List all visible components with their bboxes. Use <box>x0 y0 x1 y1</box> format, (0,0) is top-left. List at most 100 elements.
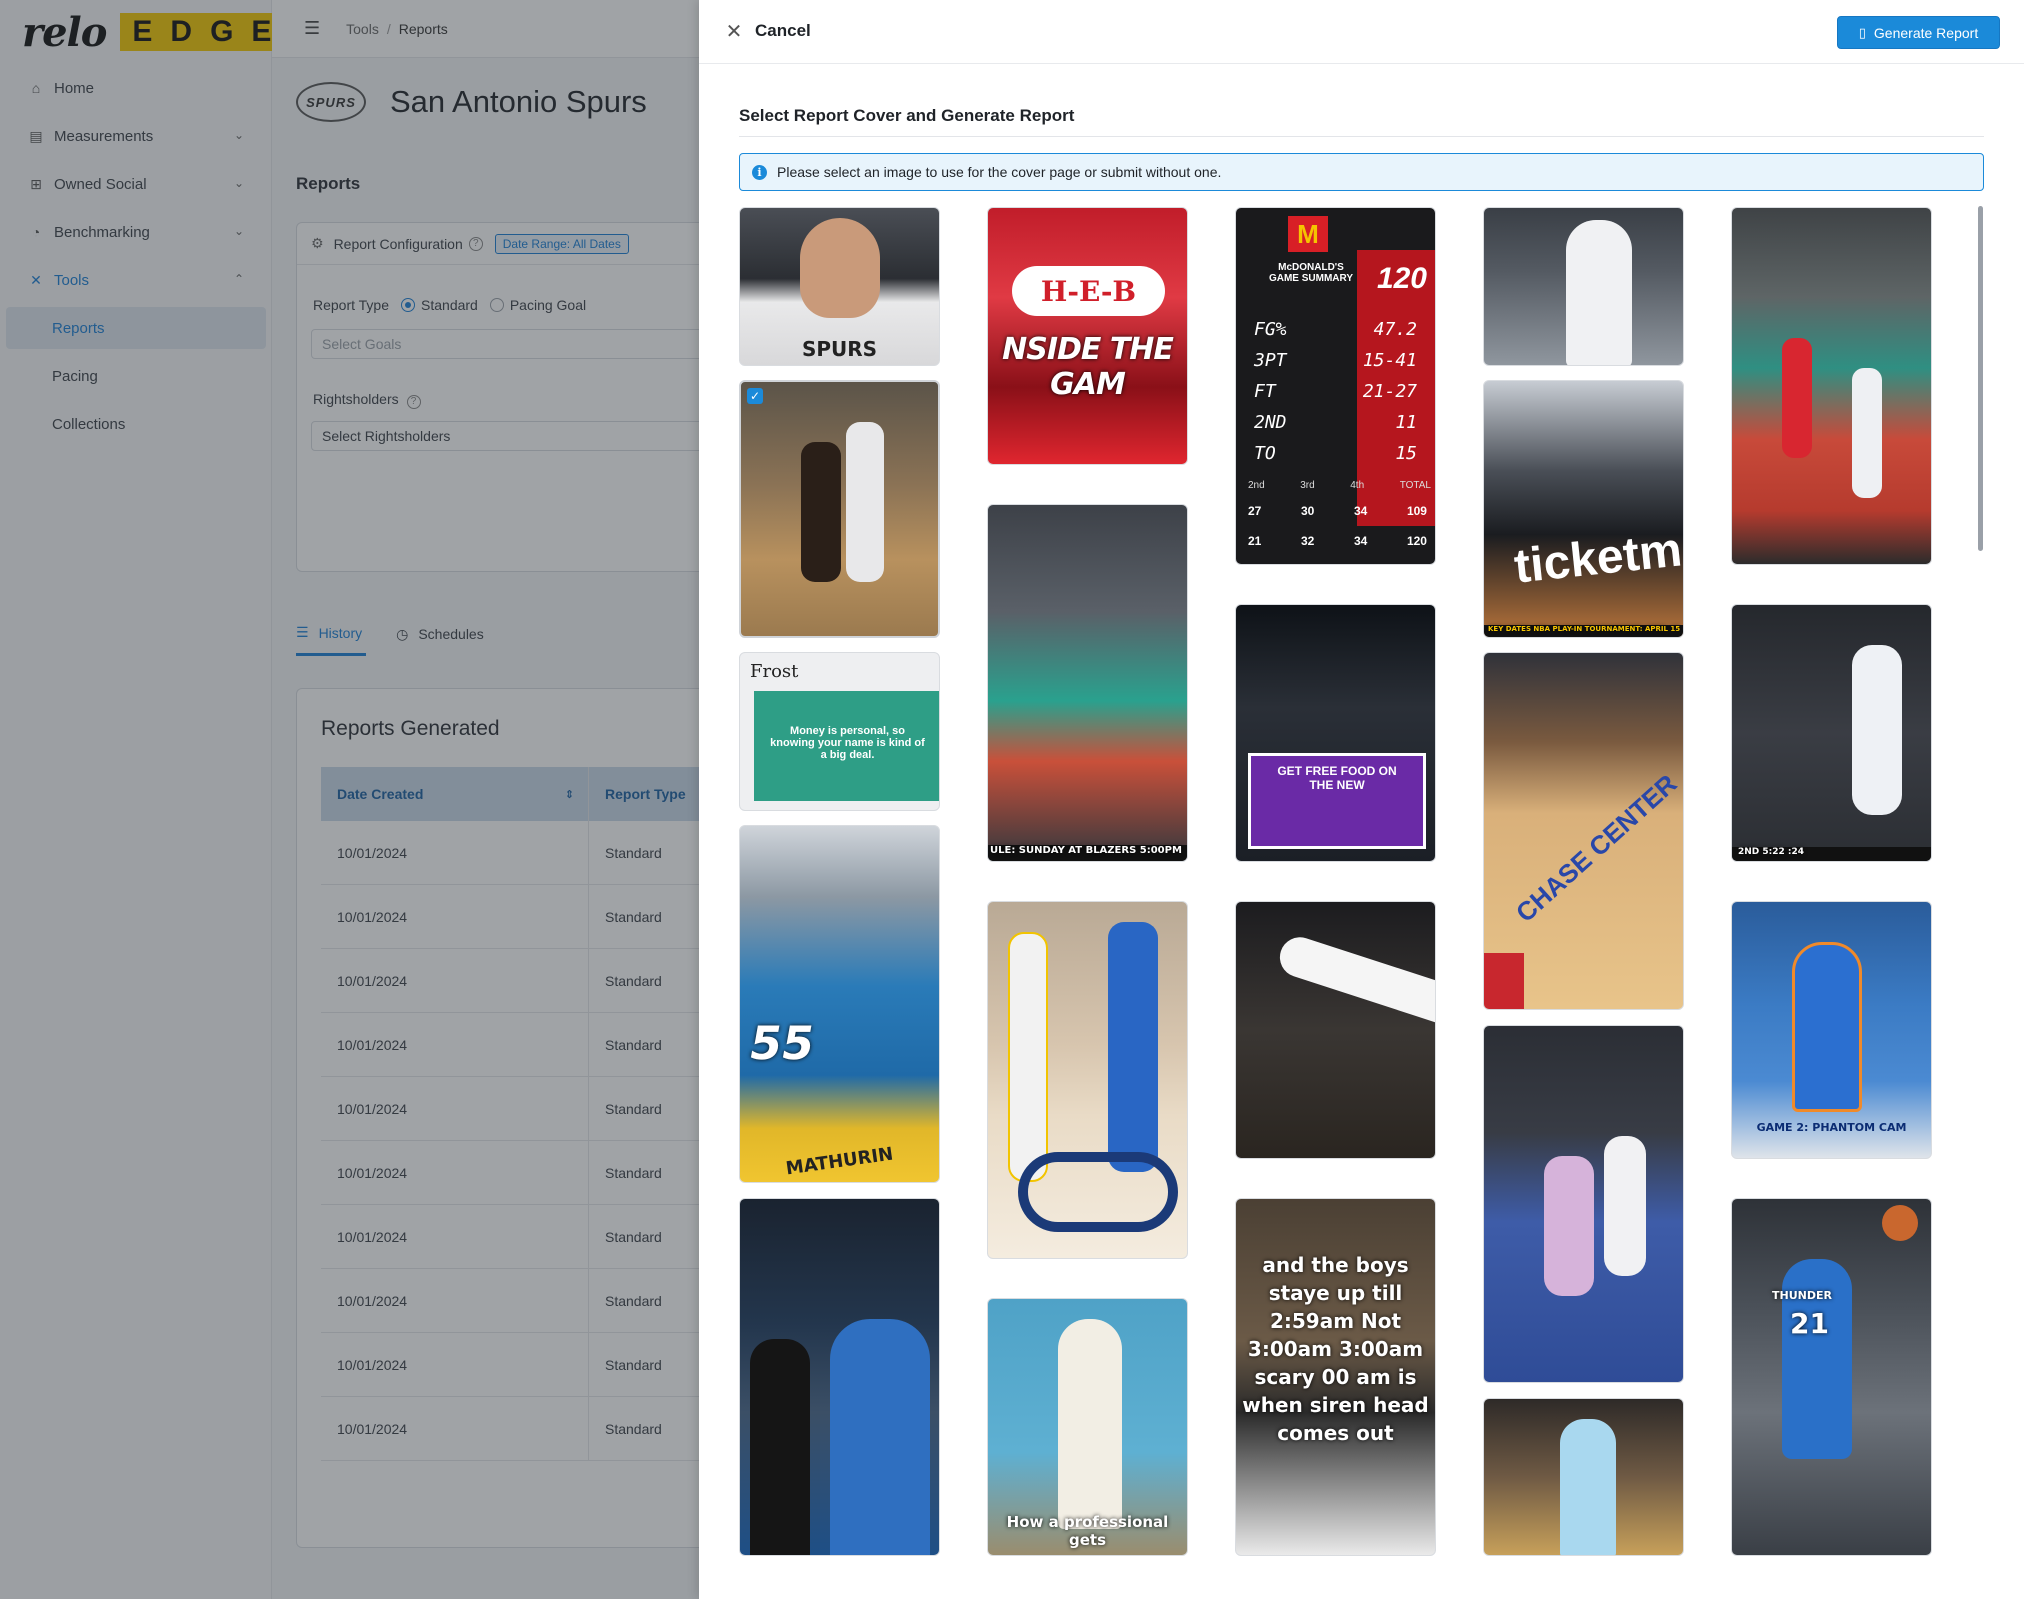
quarter-label: 4th <box>1350 480 1365 491</box>
quarter-score: 32 <box>1300 534 1315 548</box>
generate-report-button[interactable]: ▯ Generate Report <box>1837 16 2000 49</box>
phantom-cam-label: GAME 2: PHANTOM CAM <box>1756 1121 1907 1134</box>
stat-row: FT 21-27 <box>1246 376 1425 407</box>
player-shape <box>1058 1319 1122 1529</box>
drawer-scrollbar[interactable] <box>1978 206 1983 551</box>
reporter-shape <box>750 1339 810 1555</box>
quarter-score: 21 <box>1248 534 1262 548</box>
generate-report-label: Generate Report <box>1873 24 1979 41</box>
quarter-score: 34 <box>1353 504 1368 518</box>
player-shape <box>1544 1156 1594 1296</box>
cover-thumbnail[interactable]: H-E-B NSIDE THE GAM <box>987 207 1188 465</box>
cancel-button[interactable]: Cancel <box>755 21 811 41</box>
cover-thumbnail[interactable]: 2ND 5:22 :24 <box>1731 604 1932 862</box>
quarter-score: 34 <box>1353 534 1368 548</box>
player-shape <box>1852 368 1882 498</box>
cover-thumbnail[interactable] <box>1483 1398 1684 1556</box>
key-dates-ticker: KEY DATES NBA PLAY-IN TOURNAMENT: APRIL … <box>1484 625 1683 637</box>
chase-center-text: CHASE CENTER <box>1509 768 1683 928</box>
cover-thumbnail[interactable]: SPURS <box>739 207 940 366</box>
drawer-title: Select Report Cover and Generate Report <box>739 106 1075 125</box>
schedule-ticker: ULE: SUNDAY AT BLAZERS 5:00PM <box>988 845 1187 861</box>
close-icon[interactable]: ✕ <box>723 20 745 43</box>
cover-thumbnail[interactable] <box>739 1198 940 1556</box>
caption-text: How a professional gets <box>1006 1513 1169 1549</box>
cover-thumbnail[interactable]: Frost Money is personal, so knowing your… <box>739 652 940 811</box>
drawer-header: ✕ Cancel ▯ Generate Report <box>699 0 2024 64</box>
stat-label: TO <box>1254 443 1276 464</box>
player-shape <box>830 1319 930 1555</box>
info-icon: i <box>752 164 767 180</box>
game-clock: 2ND 5:22 :24 <box>1732 847 1931 861</box>
cover-thumbnail[interactable]: How a professional gets <box>987 1298 1188 1556</box>
cover-thumbnail[interactable]: THUNDER 21 <box>1731 1198 1932 1556</box>
cover-thumbnail[interactable]: GET FREE FOOD ON THE NEW <box>1235 604 1436 862</box>
player-shape <box>1008 932 1048 1182</box>
cover-thumbnail[interactable]: and the boys staye up till 2:59am Not 3:… <box>1235 1198 1436 1556</box>
player-shape <box>1108 922 1158 1172</box>
cover-thumbnail[interactable] <box>987 901 1188 1259</box>
player-shape <box>1852 645 1902 815</box>
stat-label: FG% <box>1254 319 1287 340</box>
stat-label: 2ND <box>1254 412 1287 433</box>
stat-row: TO 15 <box>1246 438 1425 469</box>
divider <box>739 136 1984 137</box>
frost-ad-text: Money is personal, so knowing your name … <box>770 725 925 761</box>
cover-thumbnail[interactable] <box>1235 901 1436 1159</box>
cover-thumbnail[interactable]: GAME 2: PHANTOM CAM <box>1731 901 1932 1159</box>
alert-text: Please select an image to use for the co… <box>777 164 1222 180</box>
stat-label: FT <box>1254 381 1276 402</box>
quarter-label: 3rd <box>1300 480 1315 491</box>
quarter-row-1: 27 30 34 109 <box>1248 504 1427 518</box>
stat-row: FG% 47.2 <box>1246 314 1425 345</box>
jersey-number: 21 <box>1790 1307 1829 1340</box>
caption-text: and the boys staye up till 2:59am Not 3:… <box>1242 1253 1429 1445</box>
heb-logo: H-E-B <box>1012 266 1165 316</box>
cover-thumbnail[interactable]: ULE: SUNDAY AT BLAZERS 5:00PM <box>987 504 1188 862</box>
player-shape <box>1792 942 1862 1112</box>
player-face-shape <box>800 218 880 318</box>
court-logo-shape <box>1018 1152 1178 1232</box>
frost-logo: Frost <box>750 661 799 682</box>
cover-thumbnail[interactable]: 55 MATHURIN <box>739 825 940 1183</box>
player-shape <box>1782 338 1812 458</box>
player-shape <box>801 442 841 582</box>
mcdonalds-logo: M <box>1288 216 1328 252</box>
cover-thumbnail[interactable] <box>1483 207 1684 366</box>
cover-thumbnail-selected[interactable]: ✓ <box>739 380 940 638</box>
player-shape <box>1560 1419 1616 1555</box>
arm-shape <box>1274 932 1435 1032</box>
info-alert: i Please select an image to use for the … <box>739 153 1984 191</box>
quarter-row-2: 21 32 34 120 <box>1248 534 1427 548</box>
jersey-number: 55 <box>745 1016 819 1070</box>
cover-image-grid: SPURS ✓ Frost Money is personal, so know… <box>739 207 1974 1559</box>
quarter-score: 27 <box>1248 504 1262 518</box>
stat-list: FG% 47.2 3PT 15-41 FT 21-27 2ND 11 TO 15 <box>1246 314 1425 469</box>
stat-value: 47.2 <box>1373 319 1417 340</box>
player-shape <box>1566 220 1632 365</box>
quarter-score: 109 <box>1406 504 1427 518</box>
jersey-name: MATHURIN <box>784 1143 895 1180</box>
heb-tagline: NSIDE THE GAM <box>1002 332 1174 402</box>
cover-thumbnail[interactable]: M McDONALD'S GAME SUMMARY 120 FG% 47.2 3P… <box>1235 207 1436 565</box>
thunder-jersey-text: THUNDER <box>1772 1289 1832 1302</box>
cover-thumbnail[interactable] <box>1483 1025 1684 1383</box>
stat-row: 3PT 15-41 <box>1246 345 1425 376</box>
court-edge-shape <box>1484 953 1524 1009</box>
quarter-label: 2nd <box>1248 480 1265 491</box>
cover-thumbnail[interactable]: ticketm KEY DATES NBA PLAY-IN TOURNAMENT… <box>1483 380 1684 638</box>
quarter-score: 30 <box>1300 504 1315 518</box>
game-summary-title: McDONALD'S GAME SUMMARY <box>1268 262 1354 284</box>
ticketmaster-text: ticketm <box>1511 523 1684 594</box>
stat-row: 2ND 11 <box>1246 407 1425 438</box>
cover-thumbnail[interactable] <box>1731 207 1932 565</box>
quarter-score: 120 <box>1406 534 1427 548</box>
jack-in-the-box-ad: GET FREE FOOD ON THE NEW <box>1248 753 1426 849</box>
stat-label: 3PT <box>1254 350 1287 371</box>
spurs-jersey-text: SPURS <box>801 337 878 361</box>
checkbox-checked-icon[interactable]: ✓ <box>747 388 763 404</box>
frost-ad-panel: Money is personal, so knowing your name … <box>754 691 939 801</box>
stat-value: 21-27 <box>1362 381 1417 402</box>
final-score: 120 <box>1376 262 1427 295</box>
cover-thumbnail[interactable]: CHASE CENTER <box>1483 652 1684 1010</box>
